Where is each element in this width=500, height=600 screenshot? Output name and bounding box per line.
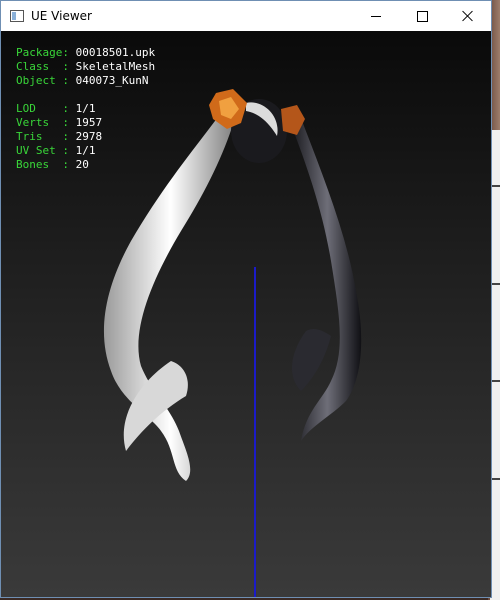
background-tick bbox=[492, 478, 500, 480]
close-icon bbox=[462, 10, 474, 22]
3d-viewport[interactable]: Package: 00018501.upk Class : SkeletalMe… bbox=[1, 31, 491, 597]
info-row-verts: Verts : 1957 bbox=[16, 116, 103, 129]
background-tick bbox=[492, 380, 500, 382]
info-row-uvset: UV Set : 1/1 bbox=[16, 144, 96, 157]
app-window-icon[interactable] bbox=[10, 10, 24, 22]
background-tick bbox=[492, 283, 500, 285]
mesh-info-overlay: Package: 00018501.upk Class : SkeletalMe… bbox=[16, 46, 155, 172]
maximize-icon bbox=[416, 10, 428, 22]
right-hair-curl bbox=[291, 328, 331, 391]
info-row-bones: Bones : 20 bbox=[16, 158, 89, 171]
info-row-tris: Tris : 2978 bbox=[16, 130, 103, 143]
ue-viewer-window[interactable]: UE Viewer Package: 00018501.upk Class: … bbox=[0, 0, 492, 598]
info-row-object: Object : 040073_KunN bbox=[16, 74, 149, 87]
right-hair-tail bbox=[286, 111, 362, 441]
info-row-lod: LOD : 1/1 bbox=[16, 102, 96, 115]
window-controls bbox=[353, 1, 491, 31]
maximize-button[interactable] bbox=[399, 1, 445, 31]
info-row-class: Class : SkeletalMesh bbox=[16, 60, 156, 73]
background-tick bbox=[492, 185, 500, 187]
minimize-icon bbox=[371, 15, 381, 17]
close-button[interactable] bbox=[445, 1, 491, 31]
title-bar[interactable]: UE Viewer bbox=[1, 1, 491, 31]
minimize-button[interactable] bbox=[353, 1, 399, 31]
window-title: UE Viewer bbox=[31, 9, 92, 23]
info-row-package: Package: 00018501.upk bbox=[16, 46, 156, 59]
